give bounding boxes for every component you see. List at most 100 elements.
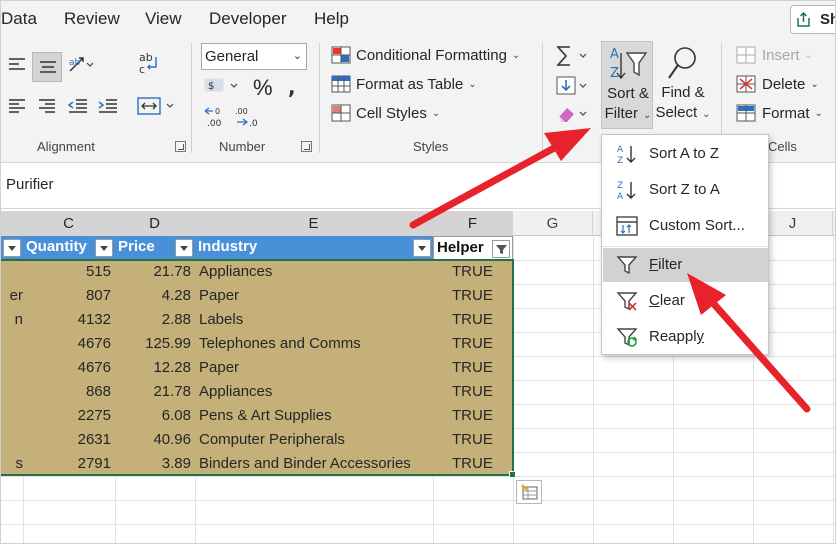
clear-eraser-icon[interactable]	[556, 103, 596, 125]
filter-dropdown-icon[interactable]	[175, 239, 193, 257]
cell-price[interactable]: 21.78	[115, 380, 191, 404]
format-as-table-button[interactable]: Format as Table ⌄	[331, 75, 477, 93]
align-center-button[interactable]	[32, 52, 62, 82]
cell-b[interactable]	[1, 260, 23, 284]
delete-button[interactable]: Delete ⌄	[736, 75, 819, 93]
column-header-f[interactable]: F	[433, 211, 513, 236]
cell-price[interactable]: 21.78	[115, 260, 191, 284]
increase-decimal-icon[interactable]: 0 .00	[203, 105, 231, 129]
cell-helper[interactable]: TRUE	[452, 308, 512, 332]
cell-helper[interactable]: TRUE	[452, 428, 512, 452]
cell-helper[interactable]: TRUE	[452, 284, 512, 308]
cell-industry[interactable]: Labels	[199, 308, 433, 332]
sort-filter-button[interactable]: A Z Sort & Filter ⌄	[601, 41, 653, 129]
menu-item-sort-a-z[interactable]: A Z Sort A to Z	[603, 137, 768, 171]
menu-item-filter[interactable]: Filter	[603, 248, 768, 282]
cell-quantity[interactable]: 4676	[23, 332, 111, 356]
cell-styles-button[interactable]: Cell Styles ⌄	[331, 104, 440, 122]
number-launcher-icon[interactable]	[301, 141, 312, 152]
cell-price[interactable]: 6.08	[115, 404, 191, 428]
cell-industry[interactable]: Appliances	[199, 260, 433, 284]
fill-handle[interactable]	[509, 471, 516, 478]
cell-quantity[interactable]: 807	[23, 284, 111, 308]
filter-dropdown-icon[interactable]	[413, 239, 431, 257]
cell-industry[interactable]: Appliances	[199, 380, 433, 404]
cell-industry[interactable]: Telephones and Comms	[199, 332, 433, 356]
cell-helper[interactable]: TRUE	[452, 380, 512, 404]
cell-b[interactable]	[1, 428, 23, 452]
cell-b[interactable]	[1, 380, 23, 404]
percent-style-button[interactable]: %	[253, 75, 273, 101]
cell-helper[interactable]: TRUE	[452, 404, 512, 428]
cell-industry[interactable]: Binders and Binder Accessories	[199, 452, 433, 476]
filter-active-icon[interactable]	[492, 240, 510, 258]
find-select-button[interactable]: Find & Select ⌄	[653, 41, 713, 129]
merge-center-icon[interactable]	[137, 97, 177, 115]
cell-industry[interactable]: Pens & Art Supplies	[199, 404, 433, 428]
share-button[interactable]: Sh	[790, 5, 835, 34]
column-header-b[interactable]	[1, 211, 23, 236]
conditional-formatting-button[interactable]: Conditional Formatting ⌄	[331, 46, 520, 64]
tab-developer[interactable]: Developer	[209, 9, 287, 29]
tab-help[interactable]: Help	[314, 9, 349, 29]
cell-quantity[interactable]: 515	[23, 260, 111, 284]
cell-quantity[interactable]: 4676	[23, 356, 111, 380]
column-header-c[interactable]: C	[23, 211, 115, 236]
number-format-value: General	[205, 48, 259, 65]
cell-helper[interactable]: TRUE	[452, 356, 512, 380]
left-align-icon[interactable]	[7, 98, 27, 114]
column-header-g[interactable]: G	[513, 211, 593, 236]
cell-quantity[interactable]: 2631	[23, 428, 111, 452]
cell-b[interactable]	[1, 356, 23, 380]
filter-dropdown-icon[interactable]	[95, 239, 113, 257]
tab-review[interactable]: Review	[64, 9, 120, 29]
cell-quantity[interactable]: 2275	[23, 404, 111, 428]
quick-analysis-button[interactable]	[516, 480, 542, 504]
tab-data[interactable]: Data	[1, 9, 37, 29]
cell-price[interactable]: 12.28	[115, 356, 191, 380]
fill-icon[interactable]	[556, 75, 596, 97]
cell-helper[interactable]: TRUE	[452, 332, 512, 356]
svg-text:A: A	[617, 192, 624, 201]
comma-style-icon[interactable]: ,	[285, 77, 303, 97]
autosum-icon[interactable]	[556, 45, 596, 67]
accounting-format-icon[interactable]: $	[203, 75, 243, 99]
menu-item-sort-z-a[interactable]: Z A Sort Z to A	[603, 173, 768, 207]
tab-view[interactable]: View	[145, 9, 182, 29]
filter-dropdown-icon[interactable]	[3, 239, 21, 257]
insert-button[interactable]: Insert ⌄	[736, 46, 813, 64]
decrease-decimal-icon[interactable]: .00 .0	[233, 105, 261, 129]
cell-price[interactable]: 2.88	[115, 308, 191, 332]
cell-b[interactable]	[1, 332, 23, 356]
number-format-select[interactable]: General ⌄	[201, 43, 307, 70]
orientation-icon[interactable]: ab	[67, 53, 93, 77]
cell-quantity[interactable]: 4132	[23, 308, 111, 332]
cell-price[interactable]: 4.28	[115, 284, 191, 308]
column-header-d[interactable]: D	[115, 211, 195, 236]
cell-industry[interactable]: Paper	[199, 356, 433, 380]
increase-indent-icon[interactable]	[97, 98, 119, 114]
cell-price[interactable]: 3.89	[115, 452, 191, 476]
cell-price[interactable]: 40.96	[115, 428, 191, 452]
menu-item-clear[interactable]: Clear	[603, 284, 768, 318]
cell-helper[interactable]: TRUE	[452, 452, 512, 476]
cell-price[interactable]: 125.99	[115, 332, 191, 356]
cell-quantity[interactable]: 2791	[23, 452, 111, 476]
cell-quantity[interactable]: 868	[23, 380, 111, 404]
wrap-text-icon[interactable]: ab c	[138, 51, 162, 77]
cell-b[interactable]: s	[1, 452, 24, 476]
column-header-e[interactable]: E	[195, 211, 433, 236]
align-left-icon[interactable]	[7, 57, 27, 73]
cell-b[interactable]	[1, 404, 23, 428]
right-align-icon[interactable]	[37, 98, 57, 114]
cell-b[interactable]: n	[1, 308, 23, 332]
cell-industry[interactable]: Computer Peripherals	[199, 428, 433, 452]
cell-helper[interactable]: TRUE	[452, 260, 512, 284]
cell-industry[interactable]: Paper	[199, 284, 433, 308]
menu-item-custom-sort[interactable]: Custom Sort...	[603, 209, 768, 243]
alignment-launcher-icon[interactable]	[175, 141, 186, 152]
format-button[interactable]: Format ⌄	[736, 104, 823, 122]
menu-item-reapply[interactable]: Reapply	[603, 320, 768, 354]
cell-b[interactable]: er	[1, 284, 23, 308]
decrease-indent-icon[interactable]	[67, 98, 89, 114]
